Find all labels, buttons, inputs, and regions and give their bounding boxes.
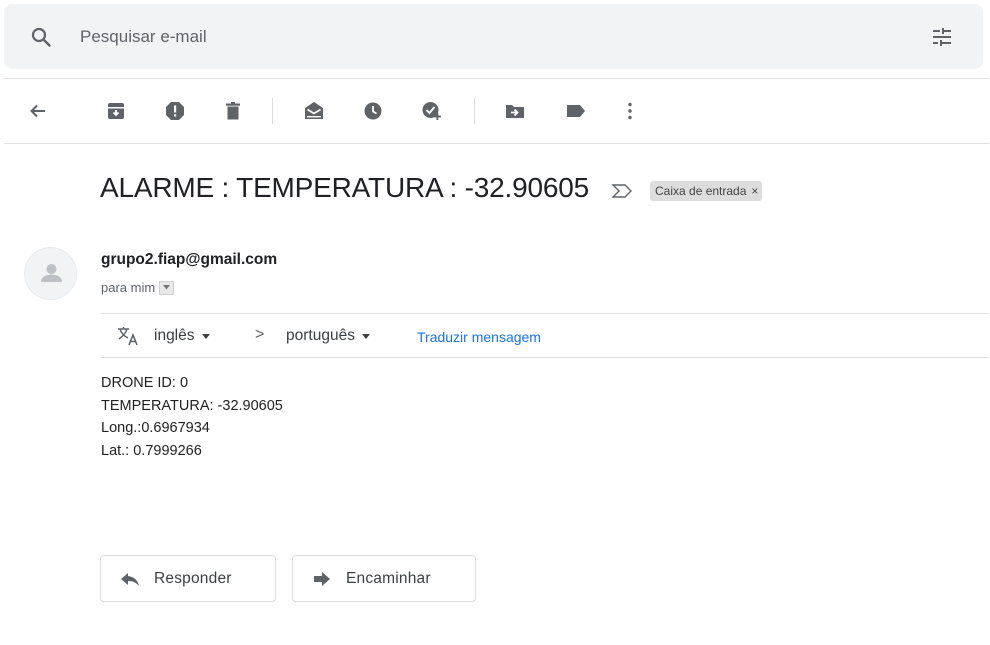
reply-button[interactable]: Responder bbox=[100, 555, 276, 602]
body-line: DRONE ID: 0 bbox=[101, 375, 189, 391]
divider bbox=[4, 143, 989, 144]
search-input[interactable] bbox=[80, 24, 780, 50]
translate-bar: inglês > português Traduzir mensagem bbox=[101, 314, 988, 358]
avatar[interactable] bbox=[24, 247, 77, 300]
add-task-icon[interactable] bbox=[420, 99, 444, 123]
back-arrow-icon[interactable] bbox=[26, 99, 50, 123]
recipient-text: para mim bbox=[101, 280, 156, 295]
remove-label-button[interactable]: × bbox=[751, 181, 758, 201]
email-body: DRONE ID: 0 TEMPERATURA: -32.90605 Long.… bbox=[101, 372, 283, 462]
search-icon[interactable] bbox=[29, 25, 53, 49]
translate-message-link[interactable]: Traduzir mensagem bbox=[417, 329, 541, 345]
label-chip-text: Caixa de entrada bbox=[655, 184, 747, 198]
caret-down-icon bbox=[361, 333, 370, 339]
labels-icon[interactable] bbox=[564, 99, 588, 123]
mark-unread-icon[interactable] bbox=[302, 99, 326, 123]
recipient-line: para mim bbox=[101, 280, 175, 295]
search-options-icon[interactable] bbox=[930, 25, 954, 49]
divider bbox=[4, 78, 989, 79]
report-spam-icon[interactable] bbox=[163, 99, 187, 123]
source-language-label: inglês bbox=[154, 327, 195, 344]
target-language-select[interactable]: português bbox=[286, 327, 370, 345]
search-bar bbox=[4, 4, 983, 69]
inbox-label-chip: Caixa de entrada × bbox=[650, 181, 763, 201]
body-line: Long.:0.6967934 bbox=[101, 420, 210, 436]
language-arrow: > bbox=[255, 326, 265, 343]
body-line: TEMPERATURA: -32.90605 bbox=[101, 397, 283, 414]
sender-email[interactable]: grupo2.fiap@gmail.com bbox=[101, 251, 277, 269]
toolbar-separator bbox=[474, 98, 475, 124]
body-line: Lat.: 0.7999266 bbox=[101, 442, 202, 459]
move-to-icon[interactable] bbox=[503, 99, 527, 123]
forward-button[interactable]: Encaminhar bbox=[292, 555, 476, 602]
email-subject: ALARME : TEMPERATURA : -32.90605 bbox=[100, 172, 589, 203]
importance-marker-icon[interactable] bbox=[611, 180, 633, 202]
toolbar-separator bbox=[272, 98, 273, 124]
show-details-button[interactable] bbox=[159, 280, 175, 295]
archive-icon[interactable] bbox=[104, 99, 128, 123]
message-toolbar bbox=[0, 80, 990, 143]
reply-icon bbox=[119, 568, 141, 590]
caret-down-icon bbox=[163, 285, 171, 290]
snooze-icon[interactable] bbox=[361, 99, 385, 123]
reply-label: Responder bbox=[154, 569, 232, 587]
target-language-label: português bbox=[286, 327, 355, 344]
delete-icon[interactable] bbox=[221, 99, 245, 123]
source-language-select[interactable]: inglês bbox=[154, 327, 210, 345]
divider bbox=[101, 357, 988, 358]
translate-icon bbox=[116, 324, 140, 348]
person-icon bbox=[41, 264, 62, 282]
more-vert-icon[interactable] bbox=[618, 99, 642, 123]
caret-down-icon bbox=[201, 333, 210, 339]
forward-icon bbox=[311, 568, 333, 590]
forward-label: Encaminhar bbox=[346, 569, 431, 587]
